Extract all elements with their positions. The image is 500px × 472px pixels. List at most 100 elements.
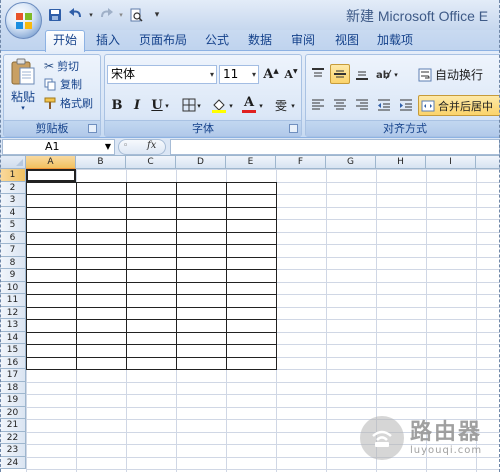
- formula-bar-handle-icon[interactable]: ◦: [123, 141, 128, 151]
- tab-formulas[interactable]: 公式: [200, 31, 234, 51]
- row-header-16[interactable]: 16: [0, 356, 26, 369]
- row-header-6[interactable]: 6: [0, 231, 26, 244]
- font-name-dropdown-icon[interactable]: ▾: [210, 66, 214, 83]
- row-header-12[interactable]: 12: [0, 306, 26, 319]
- formula-input[interactable]: [170, 139, 500, 155]
- row-header-22[interactable]: 22: [0, 431, 26, 444]
- undo-icon[interactable]: [67, 6, 85, 24]
- tab-page-layout[interactable]: 页面布局: [136, 31, 190, 51]
- row-header-17[interactable]: 17: [0, 369, 26, 382]
- grow-font-button[interactable]: A ▲: [261, 64, 281, 84]
- row-header-15[interactable]: 15: [0, 344, 26, 357]
- row-header-1[interactable]: 1: [0, 169, 26, 182]
- window-title: 新建 Microsoft Office E: [346, 8, 489, 24]
- underline-dropdown-icon[interactable]: ▾: [163, 95, 171, 115]
- bold-button[interactable]: B: [107, 95, 127, 115]
- copy-button[interactable]: 复制: [44, 76, 82, 92]
- row-header-4[interactable]: 4: [0, 206, 26, 219]
- row-header-11[interactable]: 11: [0, 294, 26, 307]
- font-dialog-launcher-icon[interactable]: [289, 124, 298, 133]
- formula-controls: ◦ fx: [118, 139, 166, 155]
- font-size-dropdown-icon[interactable]: ▾: [252, 66, 256, 83]
- row-header-13[interactable]: 13: [0, 319, 26, 332]
- column-header-i[interactable]: I: [426, 156, 476, 169]
- redo-icon[interactable]: [97, 6, 115, 24]
- column-header-d[interactable]: D: [176, 156, 226, 169]
- merge-center-button[interactable]: 合并后居中: [418, 95, 500, 116]
- row-header-7[interactable]: 7: [0, 244, 26, 257]
- column-header-next[interactable]: [476, 156, 500, 169]
- column-header-e[interactable]: E: [226, 156, 276, 169]
- save-icon[interactable]: [46, 6, 64, 24]
- shrink-font-button[interactable]: A ▼: [281, 64, 301, 84]
- column-header-f[interactable]: F: [276, 156, 326, 169]
- row-header-18[interactable]: 18: [0, 381, 26, 394]
- borders-dropdown-icon[interactable]: ▾: [195, 95, 203, 115]
- tab-insert[interactable]: 插入: [91, 31, 125, 51]
- row-header-3[interactable]: 3: [0, 194, 26, 207]
- cut-button[interactable]: ✂ 剪切: [44, 58, 79, 74]
- align-middle-button[interactable]: [330, 64, 350, 84]
- font-name-combo[interactable]: 宋体 ▾: [107, 65, 217, 84]
- italic-button[interactable]: I: [127, 95, 147, 115]
- row-header-14[interactable]: 14: [0, 331, 26, 344]
- name-box-dropdown-icon[interactable]: ▼: [105, 140, 111, 154]
- row-header-5[interactable]: 5: [0, 219, 26, 232]
- tab-view[interactable]: 视图: [330, 31, 364, 51]
- increase-indent-button[interactable]: [396, 95, 416, 115]
- align-top-button[interactable]: [308, 64, 328, 84]
- align-left-button[interactable]: [308, 95, 328, 115]
- column-header-h[interactable]: H: [376, 156, 426, 169]
- row-header-24[interactable]: 24: [0, 456, 26, 469]
- phonetic-dropdown-icon[interactable]: ▾: [289, 95, 297, 115]
- row-header-19[interactable]: 19: [0, 394, 26, 407]
- column-header-b[interactable]: B: [76, 156, 126, 169]
- column-header-g[interactable]: G: [326, 156, 376, 169]
- italic-icon: I: [133, 97, 141, 113]
- orientation-dropdown-icon[interactable]: ▾: [392, 64, 400, 84]
- fill-color-button[interactable]: [209, 95, 229, 115]
- active-cell-a1[interactable]: [26, 169, 76, 182]
- tab-review[interactable]: 审阅: [286, 31, 320, 51]
- row-header-9[interactable]: 9: [0, 269, 26, 282]
- redo-dropdown-icon[interactable]: ▾: [118, 6, 124, 24]
- table-border-horizontal: [26, 231, 277, 233]
- name-box[interactable]: A1 ▼: [2, 139, 115, 155]
- font-name-value: 宋体: [111, 67, 136, 81]
- phonetic-button[interactable]: 雯: [271, 95, 291, 115]
- office-button[interactable]: [5, 2, 42, 39]
- format-painter-button[interactable]: 格式刷: [44, 95, 93, 111]
- tab-add-ins[interactable]: 加载项: [373, 31, 417, 51]
- title-bar: ▾ ▾ ▾ 新建 Microsoft Office E: [0, 0, 500, 39]
- row-header-8[interactable]: 8: [0, 256, 26, 269]
- orientation-button[interactable]: ab: [374, 64, 394, 84]
- font-color-dropdown-icon[interactable]: ▾: [257, 95, 265, 115]
- column-header-c[interactable]: C: [126, 156, 176, 169]
- tab-home[interactable]: 开始: [45, 30, 85, 52]
- align-center-button[interactable]: [330, 95, 350, 115]
- align-bottom-icon: [356, 71, 368, 80]
- column-header-a[interactable]: A: [26, 156, 76, 169]
- paste-dropdown-icon[interactable]: ▾: [21, 104, 25, 112]
- row-header-21[interactable]: 21: [0, 419, 26, 432]
- wrap-text-button[interactable]: 自动换行: [418, 66, 483, 83]
- align-right-button[interactable]: [352, 95, 372, 115]
- paste-button[interactable]: 粘贴 ▾: [8, 58, 38, 112]
- align-bottom-button[interactable]: [352, 64, 372, 84]
- row-header-10[interactable]: 10: [0, 281, 26, 294]
- font-color-button[interactable]: A: [239, 93, 259, 115]
- row-header-2[interactable]: 2: [0, 181, 26, 194]
- clipboard-dialog-launcher-icon[interactable]: [88, 124, 97, 133]
- fill-color-dropdown-icon[interactable]: ▾: [227, 95, 235, 115]
- decrease-indent-button[interactable]: [374, 95, 394, 115]
- row-header-23[interactable]: 23: [0, 444, 26, 457]
- tab-data[interactable]: 数据: [243, 31, 277, 51]
- orientation-icon: ab: [376, 69, 392, 81]
- undo-dropdown-icon[interactable]: ▾: [88, 6, 94, 24]
- insert-function-icon[interactable]: fx: [147, 140, 156, 151]
- print-preview-icon[interactable]: [127, 6, 145, 24]
- row-header-20[interactable]: 20: [0, 406, 26, 419]
- select-all-button[interactable]: [0, 156, 26, 169]
- font-size-combo[interactable]: 11 ▾: [219, 65, 259, 84]
- customize-qat-icon[interactable]: ▾: [148, 6, 166, 24]
